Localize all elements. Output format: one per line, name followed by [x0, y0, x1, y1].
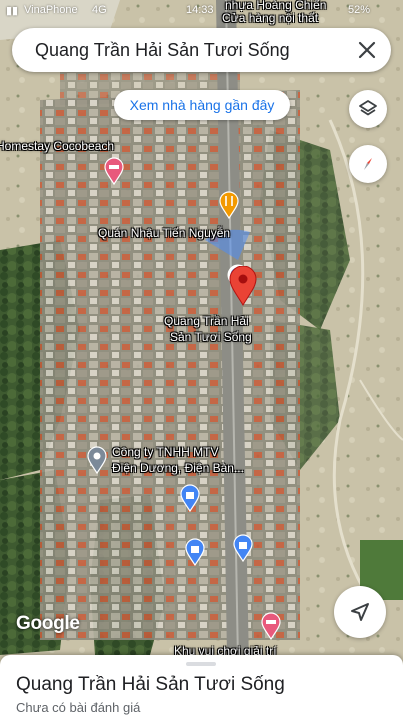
navigation-arrow-icon [351, 603, 369, 621]
red-marker-icon [229, 265, 257, 306]
layers-icon [359, 100, 377, 116]
selected-place-pin[interactable] [229, 265, 257, 311]
close-icon[interactable] [351, 34, 383, 66]
fork-knife-icon [219, 191, 239, 220]
hotel-pin[interactable] [104, 157, 124, 190]
map-label-selected-line2[interactable]: Sản Tươi Sống [170, 330, 252, 344]
layers-button[interactable] [349, 90, 387, 128]
shopping-bag-icon [233, 534, 253, 563]
place-marker-icon [87, 446, 107, 475]
signal-icon: ▮▮ [6, 5, 19, 17]
map-label-selected-line1[interactable]: Quang Trần Hải [164, 314, 249, 328]
shop-pin-3[interactable] [233, 534, 253, 567]
company-pin[interactable] [87, 446, 107, 479]
battery-label: 52% [348, 4, 371, 16]
map-label-quan-nhau[interactable]: Quán Nhậu Tiến Nguyễn [98, 226, 230, 240]
nearby-restaurants-chip[interactable]: Xem nhà hàng gần đây [114, 90, 290, 120]
shopping-bag-icon [185, 538, 205, 567]
map-label-company-line2[interactable]: Điện Dương, Điện Bàn... [112, 461, 244, 475]
shopping-bag-icon [180, 484, 200, 513]
review-status: Chưa có bài đánh giá [16, 700, 141, 715]
place-bottom-sheet[interactable]: Quang Trần Hải Sản Tươi Sống Chưa có bài… [0, 655, 403, 717]
shop-pin-1[interactable] [180, 484, 200, 517]
restaurant-pin[interactable] [219, 191, 239, 224]
shop-pin-2[interactable] [185, 538, 205, 571]
hotel-pin-2[interactable] [261, 612, 281, 645]
compass-button[interactable] [349, 145, 387, 183]
map-label-company-line1[interactable]: Công ty TNHH MTV [112, 445, 218, 459]
search-bar[interactable]: Quang Trần Hải Sản Tươi Sống [12, 28, 391, 72]
google-logo: Google [16, 613, 80, 634]
place-title: Quang Trần Hải Sản Tươi Sống [16, 674, 285, 695]
carrier-label: VinaPhone [24, 4, 78, 16]
status-bar: ▮▮ VinaPhone 4G 14:33 52% [0, 0, 403, 20]
hotel-icon [104, 157, 124, 186]
hotel-icon [261, 612, 281, 641]
sheet-drag-handle[interactable] [186, 662, 216, 666]
network-label: 4G [92, 4, 107, 16]
map-label-homestay[interactable]: Homestay Cocobeach [0, 139, 114, 153]
my-location-button[interactable] [334, 586, 386, 638]
search-query[interactable]: Quang Trần Hải Sản Tươi Sống [35, 40, 290, 61]
clock: 14:33 [186, 4, 214, 16]
compass-icon [364, 158, 372, 170]
